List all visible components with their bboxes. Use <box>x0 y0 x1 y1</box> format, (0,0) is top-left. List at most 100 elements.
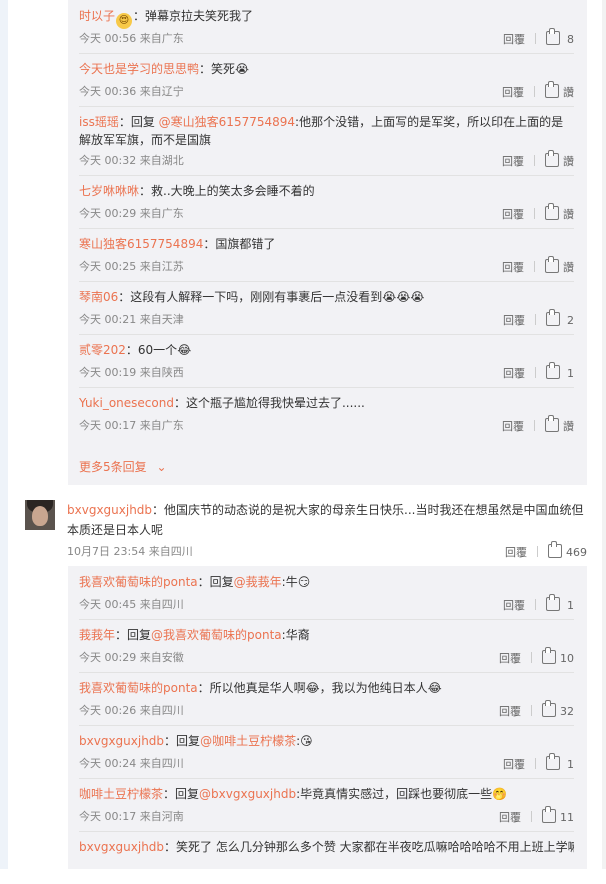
reply-actions: 回覆 讚 <box>502 150 574 170</box>
username[interactable]: iss瑶瑶 <box>79 115 119 129</box>
reply-button[interactable]: 回覆 <box>503 366 525 382</box>
like-button[interactable]: 8 <box>546 28 574 48</box>
username[interactable]: bxvgxguxjhdb <box>79 734 164 748</box>
reply-item: 琴南06：这段有人解释一下吗，刚刚有事裹后一点没看到😭😭😭 今天 00:21 来自… <box>79 281 574 335</box>
thumbs-up-icon <box>545 203 559 220</box>
username[interactable]: 莪莪年 <box>79 628 115 642</box>
reply-text: 时以子 😍 ：弹幕京拉夫笑死我了 <box>79 7 574 29</box>
reply-button[interactable]: 回覆 <box>503 32 525 48</box>
avatar[interactable] <box>25 500 55 530</box>
username[interactable]: 时以子 <box>79 9 115 23</box>
more-replies-link[interactable]: 更多5条回复 ⌄ <box>79 459 167 475</box>
reply-button[interactable]: 回覆 <box>499 810 521 826</box>
reply-text: 七岁咻咻咻：救..大晚上的笑太多会睡不着的 <box>79 184 315 198</box>
reply-text: 贰零202：60一个😂 <box>79 343 192 357</box>
reply-text: 咖啡土豆柠檬茶：回复@bxvgxguxjhdb:毕竟真情实感过，回踩也要彻底一些… <box>79 787 508 801</box>
reply-button[interactable]: 回覆 <box>502 419 524 435</box>
like-button[interactable]: 1 <box>546 753 574 773</box>
like-button[interactable]: 讚 <box>545 256 574 276</box>
like-button[interactable]: 469 <box>548 541 587 561</box>
reply-text: 琴南06：这段有人解释一下吗，刚刚有事裹后一点没看到😭😭😭 <box>79 290 425 304</box>
thumbs-up-icon <box>542 647 556 664</box>
reply-button[interactable]: 回覆 <box>499 651 521 667</box>
like-button[interactable]: 讚 <box>545 81 574 101</box>
reply-actions: 回覆 讚 <box>502 256 574 276</box>
username[interactable]: 七岁咻咻咻 <box>79 184 139 198</box>
username[interactable]: 琴南06 <box>79 290 118 304</box>
thumbs-up-icon <box>545 150 559 167</box>
thumbs-up-icon <box>546 309 560 326</box>
like-button[interactable]: 1 <box>546 362 574 382</box>
reply-thread-1: 时以子 😍 ：弹幕京拉夫笑死我了 今天 00:56 来自广东 回覆 8 今天也是学习的思思鸭… <box>68 0 587 485</box>
comment-actions: 回覆 469 <box>505 541 587 561</box>
like-button[interactable]: 讚 <box>545 415 574 435</box>
emoji-icon: 🤭 <box>492 787 508 801</box>
reply-text: 我喜欢葡萄味的ponta：所以他真是华人啊😂，我以为他纯日本人😂 <box>79 681 442 695</box>
thumbs-up-icon <box>546 753 560 770</box>
reply-button[interactable]: 回覆 <box>503 757 525 773</box>
reply-button[interactable]: 回覆 <box>502 260 524 276</box>
reply-meta: 今天 00:32 来自湖北 <box>79 154 184 167</box>
emoji-icon: 😂 <box>427 681 442 695</box>
username[interactable]: 寒山独客6157754894 <box>79 237 203 251</box>
reply-item: 我喜欢葡萄味的ponta：回复@莪莪年:牛😏 今天 00:45 来自四川 回覆 1 <box>79 566 574 620</box>
username[interactable]: 今天也是学习的思思鸭 <box>79 62 199 76</box>
like-button[interactable]: 1 <box>546 594 574 614</box>
mention-link[interactable]: @咖啡土豆柠檬茶 <box>200 734 296 748</box>
reply-meta: 今天 00:29 来自安徽 <box>79 651 184 664</box>
username[interactable]: bxvgxguxjhdb <box>67 503 152 517</box>
reply-text: bxvgxguxjhdb：回复@咖啡土豆柠檬茶:😘 <box>79 734 313 748</box>
reply-button[interactable]: 回覆 <box>503 598 525 614</box>
reply-item: 我喜欢葡萄味的ponta：所以他真是华人啊😂，我以为他纯日本人😂 今天 00:26… <box>79 672 574 726</box>
emoji-icon: 😭😭😭 <box>382 290 425 304</box>
reply-meta: 今天 00:29 来自广东 <box>79 207 184 220</box>
username[interactable]: 咖啡土豆柠檬茶 <box>79 787 163 801</box>
mention-link[interactable]: @我喜欢葡萄味的ponta <box>151 628 282 642</box>
reply-item: iss瑶瑶：回复 @寒山独客6157754894:他那个没错，上面写的是军奖，所… <box>79 106 574 176</box>
emoji-icon: 😏 <box>297 575 311 589</box>
thumbs-up-icon <box>546 28 560 45</box>
username[interactable]: bxvgxguxjhdb <box>79 840 164 854</box>
reply-text: Yuki_onesecond：这个瓶子尴尬得我快晕过去了...... <box>79 396 365 410</box>
reply-meta: 今天 00:21 来自天津 <box>79 313 184 326</box>
username[interactable]: 我喜欢葡萄味的ponta <box>79 575 198 589</box>
reply-text: 我喜欢葡萄味的ponta：回复@莪莪年:牛😏 <box>79 575 311 589</box>
reply-actions: 回覆 1 <box>503 753 574 773</box>
thumbs-up-icon <box>548 541 562 558</box>
reply-actions: 回覆 32 <box>499 700 574 720</box>
mention-link[interactable]: @莪莪年 <box>234 575 282 589</box>
thumbs-up-icon <box>546 362 560 379</box>
reply-button[interactable]: 回覆 <box>505 545 527 561</box>
reply-meta: 今天 00:17 来自河南 <box>79 810 184 823</box>
username[interactable]: 我喜欢葡萄味的ponta <box>79 681 198 695</box>
mention-link[interactable]: @bxvgxguxjhdb <box>199 787 296 801</box>
reply-meta: 今天 00:25 来自江苏 <box>79 260 184 273</box>
like-button[interactable]: 11 <box>542 806 574 826</box>
username[interactable]: 贰零202 <box>79 343 126 357</box>
like-button[interactable]: 讚 <box>545 203 574 223</box>
like-button[interactable]: 2 <box>546 309 574 329</box>
reply-meta: 今天 00:26 来自四川 <box>79 704 184 717</box>
reply-button[interactable]: 回覆 <box>502 85 524 101</box>
reply-actions: 回覆 讚 <box>502 203 574 223</box>
reply-actions: 回覆 讚 <box>502 81 574 101</box>
reply-button[interactable]: 回覆 <box>502 154 524 170</box>
mention-link[interactable]: @寒山独客6157754894 <box>159 115 295 129</box>
reply-actions: 回覆 11 <box>499 806 574 826</box>
reply-meta: 今天 00:24 来自四川 <box>79 757 184 770</box>
reply-button[interactable]: 回覆 <box>502 207 524 223</box>
emoji-icon: 😘 <box>300 734 313 748</box>
reply-button[interactable]: 回覆 <box>503 313 525 329</box>
thumbs-up-icon <box>546 594 560 611</box>
reply-meta: 今天 00:45 来自四川 <box>79 598 184 611</box>
right-scrollbar[interactable] <box>602 0 606 869</box>
reply-button[interactable]: 回覆 <box>499 704 521 720</box>
reply-meta: 今天 00:17 来自广东 <box>79 419 184 432</box>
like-button[interactable]: 10 <box>542 647 574 667</box>
username[interactable]: Yuki_onesecond <box>79 396 174 410</box>
emoji-icon: 😍 <box>116 13 133 29</box>
like-button[interactable]: 讚 <box>545 150 574 170</box>
thumbs-up-icon <box>542 806 556 823</box>
reply-text: 莪莪年：回复@我喜欢葡萄味的ponta:华裔 <box>79 628 310 642</box>
like-button[interactable]: 32 <box>542 700 574 720</box>
